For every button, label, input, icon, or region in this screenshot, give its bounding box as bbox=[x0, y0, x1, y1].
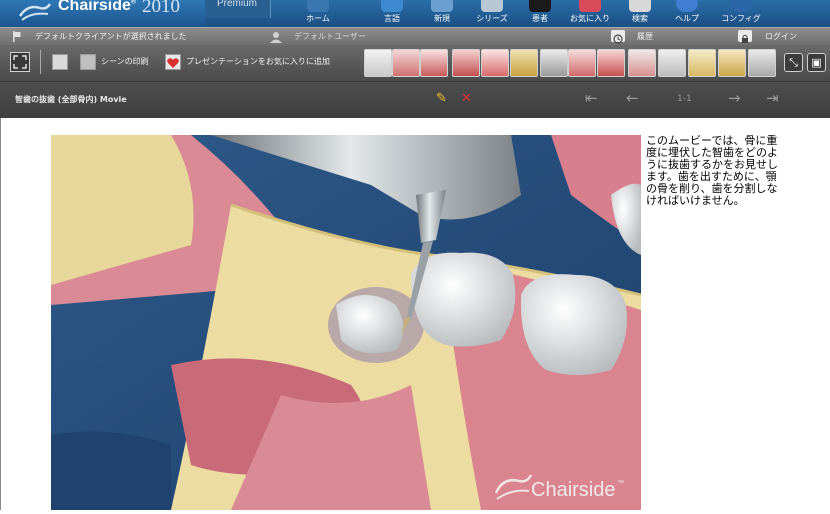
language-icon bbox=[381, 0, 403, 12]
toolbar-divider bbox=[40, 50, 41, 74]
procedure-thumbnail[interactable] bbox=[568, 49, 596, 77]
toolbar: シーンの印刷 プレゼンテーションをお気に入りに追加 ⤡ ▣ bbox=[0, 45, 830, 82]
add-to-favorites-button[interactable]: プレゼンテーションをお気に入りに追加 bbox=[186, 56, 330, 67]
movie-description: このムービーでは、骨に重度に埋伏した智歯をどのように抜歯するかをお見せします。歯… bbox=[646, 134, 778, 207]
nav-home-button[interactable]: ホーム bbox=[298, 0, 338, 27]
procedure-thumbnail[interactable] bbox=[510, 49, 538, 77]
flag-icon bbox=[13, 31, 21, 42]
nav-label: 検索 bbox=[632, 14, 648, 23]
procedure-thumbnail[interactable] bbox=[540, 49, 568, 77]
procedure-thumbnail[interactable] bbox=[688, 49, 716, 77]
edition-label: Premium bbox=[217, 0, 258, 9]
procedure-thumbnail[interactable] bbox=[597, 49, 625, 77]
logo-year: 2010 bbox=[142, 0, 180, 17]
fullscreen-icon[interactable] bbox=[10, 52, 30, 72]
favorites-icon bbox=[579, 0, 601, 12]
logo: Chairside® 2010 bbox=[0, 0, 205, 27]
procedure-thumbnail[interactable] bbox=[658, 49, 686, 77]
page-indicator: 1-1 bbox=[677, 94, 692, 104]
chairside-logo-icon bbox=[18, 3, 52, 21]
nav-label: シリーズ bbox=[476, 14, 508, 23]
nav-patient-button[interactable]: 患者 bbox=[520, 0, 560, 27]
delete-x-icon[interactable]: ✕ bbox=[461, 91, 472, 106]
top-navigation-bar: Chairside® 2010 Premium ホーム 言語 新規 シリーズ 患… bbox=[0, 0, 830, 27]
user-status: デフォルトユーザー bbox=[294, 32, 366, 41]
nav-label: ホーム bbox=[306, 14, 330, 23]
nav-favorites-button[interactable]: お気に入り bbox=[565, 0, 615, 27]
procedure-thumbnail[interactable] bbox=[392, 49, 420, 77]
home-icon bbox=[307, 0, 329, 12]
last-page-icon[interactable]: ⇥ bbox=[766, 89, 779, 107]
nav-label: 新規 bbox=[434, 14, 450, 23]
nav-config-button[interactable]: コンフィグ bbox=[718, 0, 764, 27]
new-icon bbox=[431, 0, 453, 12]
nav-language-button[interactable]: 言語 bbox=[372, 0, 412, 27]
user-icon bbox=[270, 32, 282, 43]
procedure-thumbnail[interactable] bbox=[628, 49, 656, 77]
search-icon bbox=[629, 0, 651, 12]
nav-label: 患者 bbox=[532, 14, 548, 23]
nav-new-button[interactable]: 新規 bbox=[422, 0, 462, 27]
nav-label: 言語 bbox=[384, 14, 400, 23]
document-icon[interactable] bbox=[52, 54, 68, 70]
procedure-thumbnail[interactable] bbox=[481, 49, 509, 77]
heart-icon[interactable] bbox=[165, 54, 181, 70]
procedure-thumbnail[interactable] bbox=[718, 49, 746, 77]
procedure-thumbnail[interactable] bbox=[748, 49, 776, 77]
presentation-title: 智歯の抜歯 (全部骨内) Movie bbox=[15, 95, 127, 104]
nav-series-button[interactable]: シリーズ bbox=[472, 0, 512, 27]
help-icon bbox=[676, 0, 698, 12]
procedure-thumbnail[interactable] bbox=[452, 49, 480, 77]
print-icon[interactable] bbox=[80, 54, 96, 70]
history-link[interactable]: 履歴 bbox=[637, 31, 653, 42]
history-icon[interactable] bbox=[611, 30, 625, 44]
nav-label: お気に入り bbox=[570, 14, 610, 23]
watermark-text: Chairside bbox=[531, 479, 615, 501]
print-scene-button[interactable]: シーンの印刷 bbox=[101, 56, 149, 67]
client-status: デフォルトクライアントが選択されました bbox=[35, 32, 187, 41]
logo-text: Chairside® bbox=[58, 0, 137, 14]
tooth-extraction-illustration: Chairside ™ bbox=[51, 135, 642, 510]
procedure-thumbnail[interactable] bbox=[364, 49, 392, 77]
lock-icon[interactable] bbox=[738, 30, 752, 43]
first-page-icon[interactable]: ⇤ bbox=[585, 89, 598, 107]
config-icon bbox=[730, 0, 752, 12]
nav-label: ヘルプ bbox=[675, 14, 699, 23]
status-bar: デフォルトクライアントが選択されました デフォルトユーザー 履歴 ログイン bbox=[0, 27, 830, 46]
restore-window-icon[interactable]: ⤡ bbox=[784, 53, 803, 72]
share-icon[interactable]: ▣ bbox=[807, 53, 826, 72]
watermark-trademark: ™ bbox=[617, 480, 624, 487]
content-border bbox=[0, 118, 1, 510]
nav-help-button[interactable]: ヘルプ bbox=[667, 0, 707, 27]
previous-page-icon[interactable]: ← bbox=[626, 89, 639, 107]
procedure-thumbnail[interactable] bbox=[420, 49, 448, 77]
nav-label: コンフィグ bbox=[721, 14, 761, 23]
next-page-icon[interactable]: → bbox=[728, 89, 741, 107]
movie-player[interactable]: Chairside ™ bbox=[51, 135, 642, 510]
login-link[interactable]: ログイン bbox=[765, 31, 797, 42]
edit-pencil-icon[interactable]: ✎ bbox=[436, 91, 447, 106]
series-icon bbox=[481, 0, 503, 12]
presentation-title-bar: 智歯の抜歯 (全部骨内) Movie ✎ ✕ ⇤ ← 1-1 → ⇥ bbox=[0, 82, 830, 118]
patient-icon bbox=[529, 0, 551, 12]
nav-search-button[interactable]: 検索 bbox=[620, 0, 660, 27]
